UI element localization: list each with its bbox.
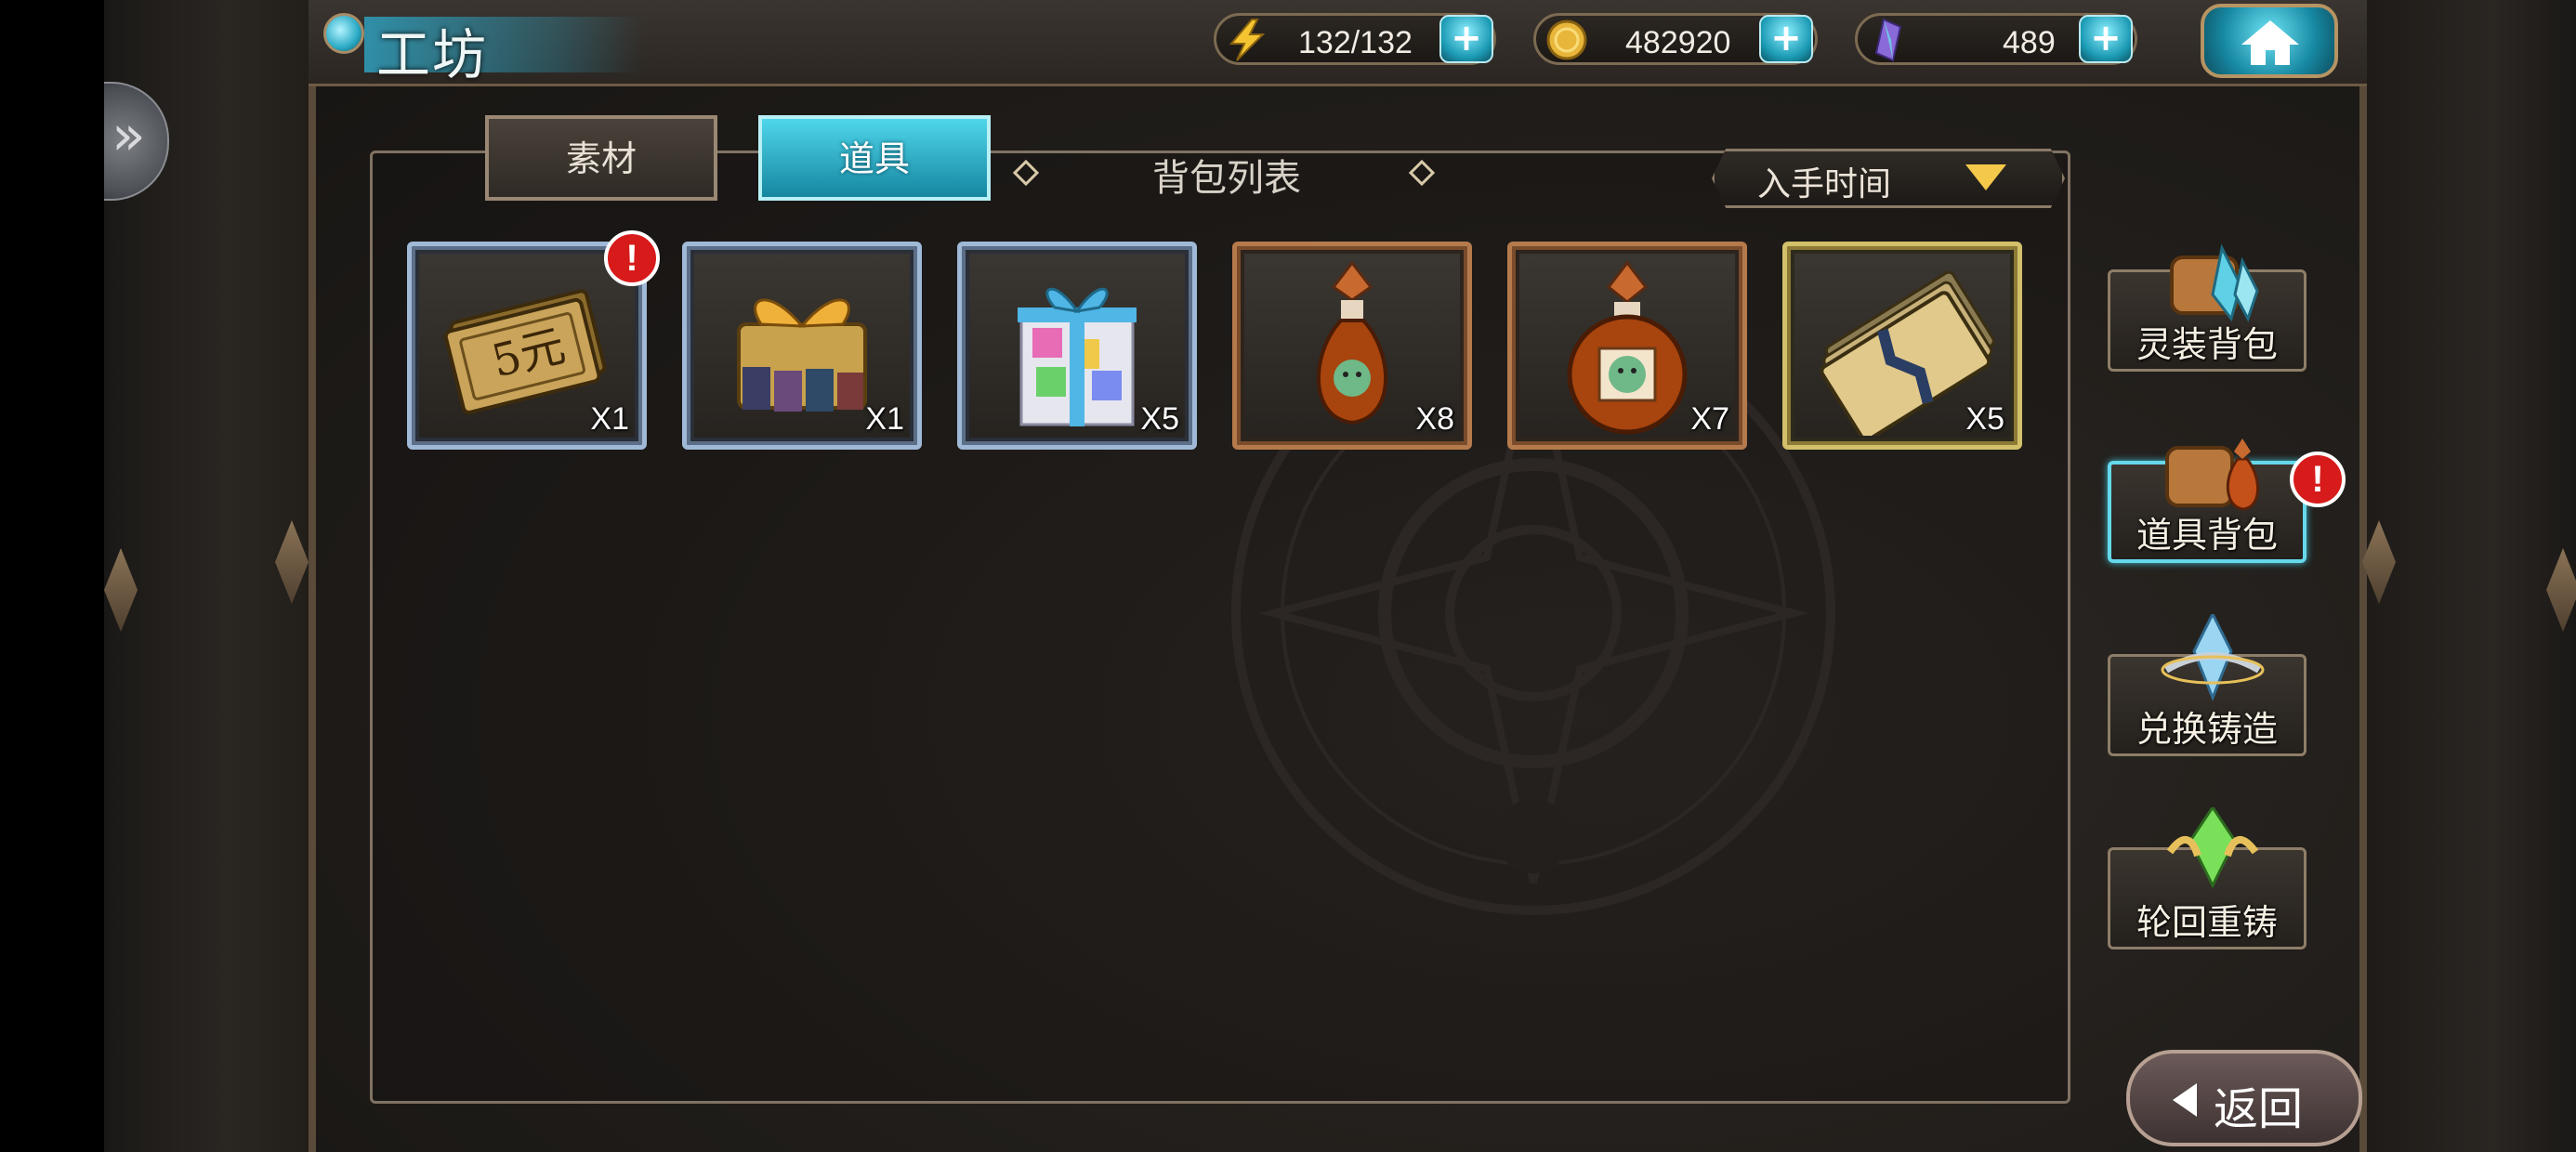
gold-coin-icon [1546, 20, 1587, 60]
backpack-potion-icon [2165, 439, 2259, 511]
item-slot-potion-large[interactable]: X7 [1507, 242, 1747, 450]
sort-dropdown[interactable]: 入手时间 [1712, 149, 2065, 208]
crystal-gem-icon [1874, 18, 1902, 62]
page-title: 工坊 [376, 23, 489, 86]
item-quantity: X5 [1140, 401, 1179, 437]
nav-spirit-bag[interactable]: 灵装背包 [2108, 243, 2307, 372]
alert-badge: ! [604, 230, 660, 286]
backpack-crystal-icon [2170, 243, 2259, 322]
nav-label: 轮回重铸 [2136, 902, 2278, 943]
item-slot-potion-small[interactable]: X8 [1232, 242, 1472, 450]
title-gem-icon [323, 13, 364, 54]
nav-exchange-forge[interactable]: 兑换铸造 [2108, 614, 2307, 756]
home-button[interactable] [2201, 4, 2338, 78]
nav-label: 灵装背包 [2136, 324, 2278, 365]
gold-counter: 482920 + [1533, 13, 1818, 65]
item-slot-tickets[interactable]: X5 [1782, 242, 2022, 450]
left-edge-strip [0, 0, 104, 1152]
tab-items[interactable]: 道具 [758, 115, 991, 201]
nav-reincarnation-recast[interactable]: 轮回重铸 [2108, 807, 2307, 949]
add-gold-button[interactable]: + [1759, 15, 1813, 63]
gold-value: 482920 [1625, 25, 1731, 60]
tab-materials[interactable]: 素材 [485, 115, 717, 201]
back-label: 返回 [2213, 1083, 2303, 1135]
item-slot-gift-pack[interactable]: X1 [682, 242, 922, 450]
crystal-forge-icon [2161, 614, 2265, 702]
item-slot-gift-box[interactable]: X5 [957, 242, 1197, 450]
add-stamina-button[interactable]: + [1439, 15, 1493, 63]
nav-label: 兑换铸造 [2136, 709, 2278, 750]
item-quantity: X7 [1690, 401, 1729, 437]
item-quantity: X8 [1415, 401, 1454, 437]
lightning-icon [1229, 19, 1266, 61]
stamina-counter: 132/132 + [1214, 13, 1496, 65]
back-button[interactable]: 返回 [2126, 1050, 2362, 1146]
green-crystal-icon [2166, 807, 2259, 889]
stamina-value: 132/132 [1298, 25, 1413, 60]
item-quantity: X1 [590, 401, 629, 437]
item-quantity: X1 [865, 401, 904, 437]
add-gems-button[interactable]: + [2079, 15, 2133, 63]
nav-label: 道具背包 [2136, 515, 2278, 556]
alert-badge: ! [2290, 452, 2346, 507]
nav-item-bag[interactable]: 道具背包 [2108, 439, 2307, 563]
home-icon [2241, 20, 2299, 65]
right-background [2367, 0, 2576, 1152]
gem-counter: 489 + [1855, 13, 2137, 65]
double-chevron-right-icon: » [112, 103, 146, 168]
list-header: 背包列表 [1152, 157, 1301, 200]
gem-value: 489 [2003, 25, 2056, 60]
item-quantity: X5 [1965, 401, 2004, 437]
chevron-down-icon [1965, 164, 2006, 190]
sort-label: 入手时间 [1757, 165, 1892, 203]
